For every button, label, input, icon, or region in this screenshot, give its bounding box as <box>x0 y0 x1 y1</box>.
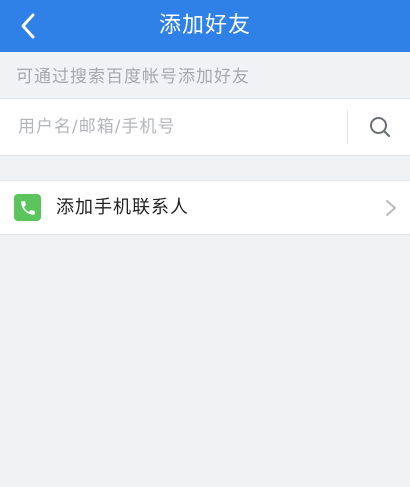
chevron-right-icon <box>386 200 396 216</box>
search-input[interactable] <box>0 99 346 155</box>
search-bar <box>0 98 410 156</box>
search-button[interactable] <box>350 99 410 155</box>
page-title: 添加好友 <box>158 13 251 38</box>
search-divider <box>347 110 348 144</box>
phone-icon <box>14 194 41 221</box>
search-icon <box>370 117 391 138</box>
search-hint-text: 可通过搜索百度帐号添加好友 <box>16 67 250 87</box>
top-bar: 添加好友 <box>0 0 410 52</box>
add-phone-contacts-label: 添加手机联系人 <box>56 197 189 218</box>
add-phone-contacts-item[interactable]: 添加手机联系人 <box>0 180 410 235</box>
